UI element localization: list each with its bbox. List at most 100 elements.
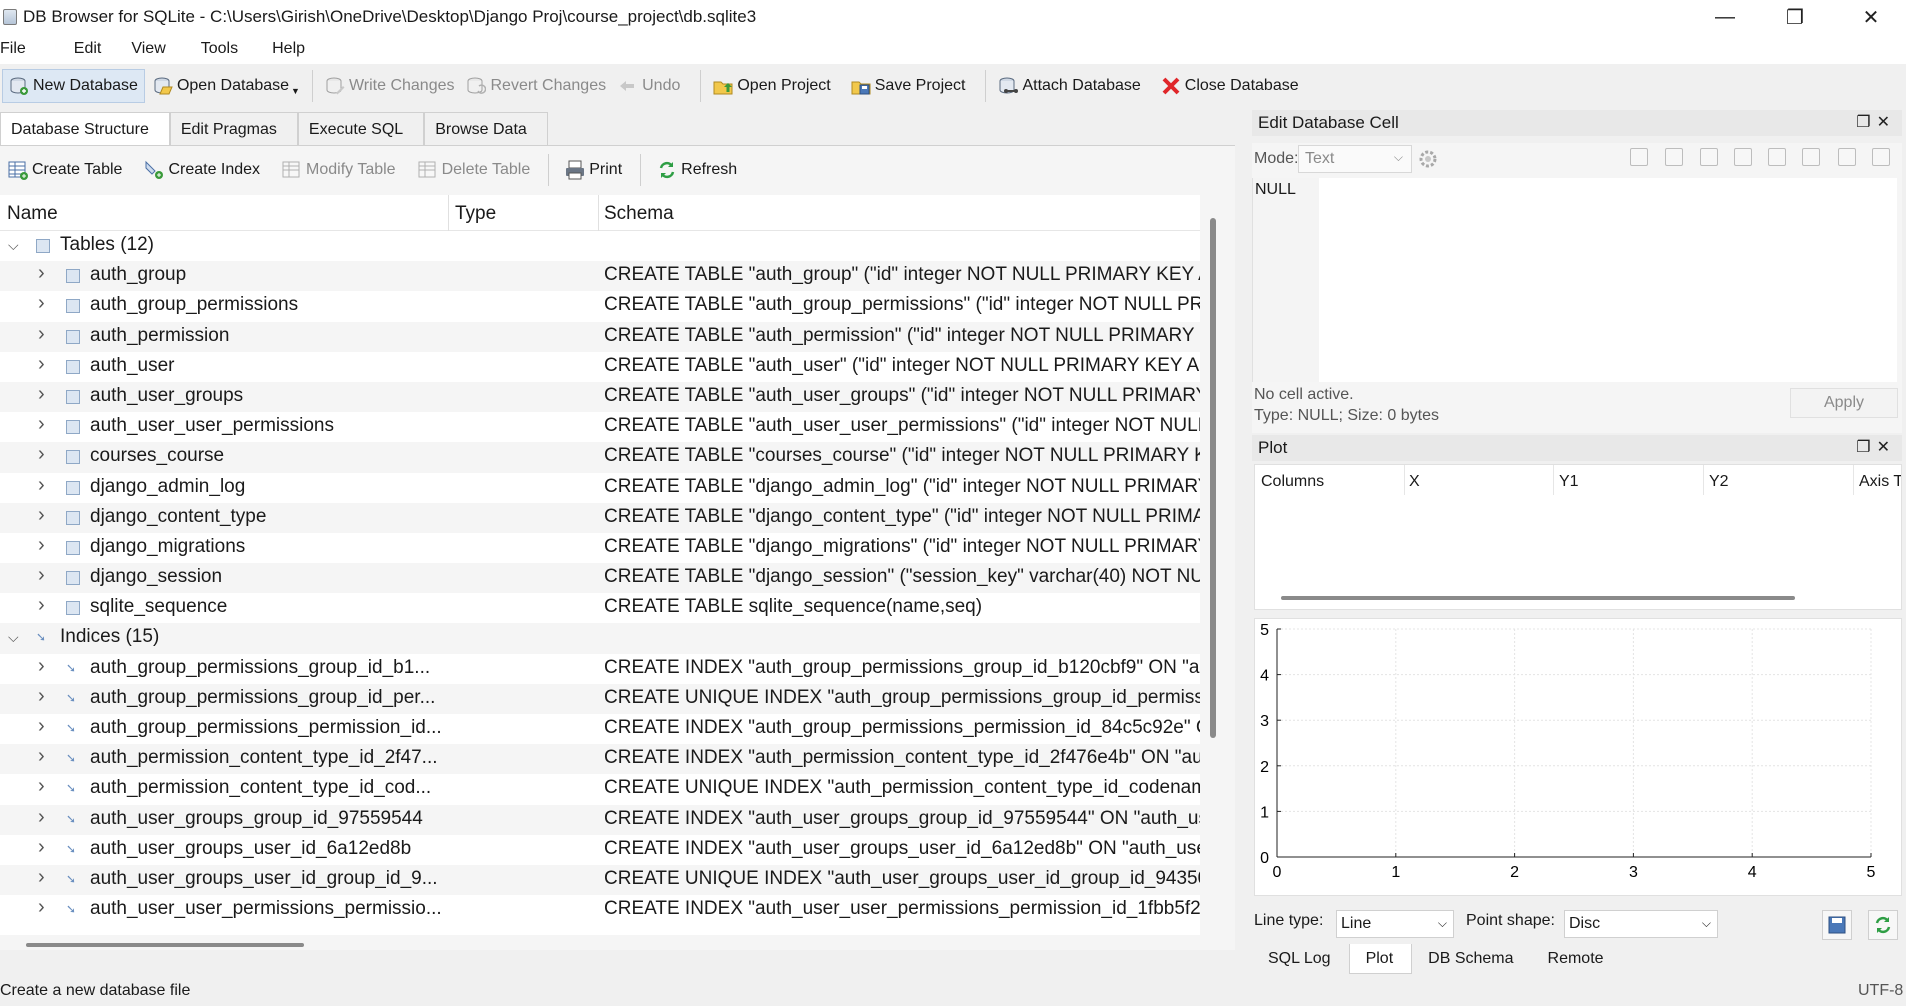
menu-tools[interactable]: Tools — [201, 40, 252, 58]
horizontal-scrollbar[interactable] — [26, 943, 304, 947]
new-database-button[interactable]: New Database — [2, 69, 145, 103]
table-row[interactable]: › auth_user_user_permissions CREATE TABLE … — [0, 412, 1200, 442]
open-database-button[interactable]: Open Database ▼ — [147, 69, 306, 103]
expand-arrow-icon[interactable]: › — [38, 564, 45, 587]
toggle-icon[interactable] — [1838, 148, 1856, 166]
tab-browse-data[interactable]: Browse Data — [424, 112, 548, 145]
close-dock-icon[interactable]: ✕ — [1877, 439, 1896, 456]
table-row[interactable]: › auth_user_groups CREATE TABLE "auth_user… — [0, 381, 1200, 413]
dropdown-arrow-icon[interactable]: ▼ — [291, 86, 300, 96]
tab-edit-pragmas[interactable]: Edit Pragmas — [169, 112, 298, 145]
tree-group-indices[interactable]: ⌵ ➘ Indices (15) — [0, 623, 1200, 654]
expand-arrow-icon[interactable]: › — [38, 474, 45, 497]
save-plot-button[interactable] — [1822, 910, 1852, 940]
print-cell-icon[interactable] — [1872, 148, 1890, 166]
expand-arrow-icon[interactable]: › — [38, 383, 45, 406]
menu-file[interactable]: File — [0, 40, 40, 58]
import-icon[interactable] — [1700, 148, 1718, 166]
table-row[interactable]: › courses_course CREATE TABLE "courses_cou… — [0, 442, 1200, 473]
maximize-button[interactable]: ❐ — [1760, 0, 1830, 34]
expand-arrow-icon[interactable]: › — [38, 745, 45, 768]
expand-arrow-icon[interactable]: › — [38, 504, 45, 527]
table-row[interactable]: › django_content_type CREATE TABLE "django… — [0, 502, 1200, 533]
plot-canvas[interactable]: 0 1 2 3 4 5 0 1 2 3 4 5 — [1254, 618, 1902, 896]
column-divider[interactable] — [1853, 465, 1854, 495]
table-row[interactable]: › django_session CREATE TABLE "django_sess… — [0, 563, 1200, 594]
close-database-button[interactable]: Close Database — [1155, 69, 1305, 103]
index-row[interactable]: › ➘ auth_group_permissions_permission_id..… — [0, 714, 1200, 744]
x-header[interactable]: X — [1409, 473, 1420, 491]
float-dock-icon[interactable]: ❐ — [1856, 439, 1876, 456]
axis-type-header[interactable]: Axis T — [1859, 473, 1901, 491]
create-table-button[interactable]: Create Table — [0, 153, 134, 187]
column-divider[interactable] — [598, 195, 599, 231]
undo-button[interactable]: Undo — [612, 69, 686, 103]
y1-header[interactable]: Y1 — [1559, 473, 1579, 491]
index-row[interactable]: › ➘ auth_user_groups_group_id_97559544 CREA… — [0, 804, 1200, 835]
expand-arrow-icon[interactable]: › — [38, 353, 45, 376]
gear-icon[interactable] — [1417, 148, 1439, 170]
tab-remote[interactable]: Remote — [1532, 944, 1622, 974]
minimize-button[interactable]: — — [1690, 0, 1760, 34]
tree-group-tables[interactable]: ⌵ Tables (12) — [0, 231, 1200, 261]
expand-arrow-icon[interactable]: › — [38, 262, 45, 285]
table-row[interactable]: › auth_group_permissions CREATE TABLE "aut… — [0, 291, 1200, 321]
table-row[interactable]: › auth_permission CREATE TABLE "auth_permi… — [0, 321, 1200, 352]
schema-tree[interactable]: Name Type Schema ⌵ Tables (12) › auth_group… — [0, 195, 1200, 935]
index-row[interactable]: › ➘ auth_group_permissions_group_id_b1... C… — [0, 654, 1200, 684]
expand-arrow-icon[interactable]: › — [38, 534, 45, 557]
expand-arrow-icon[interactable]: › — [38, 685, 45, 708]
plot-columns-scrollbar[interactable] — [1281, 596, 1795, 600]
columns-header[interactable]: Columns — [1261, 473, 1324, 491]
vertical-scrollbar[interactable] — [1210, 218, 1216, 738]
expand-arrow-icon[interactable]: › — [38, 715, 45, 738]
open-project-button[interactable]: Open Project — [707, 69, 836, 103]
expand-arrow-icon[interactable]: › — [38, 775, 45, 798]
column-divider[interactable] — [448, 195, 449, 231]
index-row[interactable]: › ➘ auth_user_user_permissions_permissio..… — [0, 895, 1200, 925]
collapse-arrow-icon[interactable]: ⌵ — [8, 629, 19, 646]
mode-select[interactable]: Text ⌵ — [1298, 145, 1412, 173]
save-project-button[interactable]: Save Project — [845, 69, 972, 103]
refresh-plot-button[interactable] — [1868, 910, 1898, 940]
write-changes-button[interactable]: Write Changes — [319, 69, 461, 103]
column-divider[interactable] — [1404, 465, 1405, 495]
attach-database-button[interactable]: Attach Database — [992, 69, 1146, 103]
export-icon[interactable] — [1734, 148, 1752, 166]
set-null-icon[interactable] — [1768, 148, 1786, 166]
delete-table-button[interactable]: Delete Table — [408, 153, 543, 187]
tab-plot[interactable]: Plot — [1348, 944, 1413, 974]
apply-button[interactable]: Apply — [1790, 388, 1898, 418]
table-row[interactable]: › auth_group CREATE TABLE "auth_group" ("i… — [0, 261, 1200, 292]
expand-arrow-icon[interactable]: › — [38, 292, 45, 315]
tab-sql-log[interactable]: SQL Log — [1252, 944, 1349, 974]
plot-columns-table[interactable]: Columns X Y1 Y2 Axis T — [1254, 464, 1902, 610]
tab-database-structure[interactable]: Database Structure — [0, 112, 170, 145]
point-shape-select[interactable]: Disc ⌵ — [1564, 910, 1718, 938]
modify-table-button[interactable]: Modify Table — [272, 153, 408, 187]
column-divider[interactable] — [1703, 465, 1704, 495]
expand-arrow-icon[interactable]: › — [38, 594, 45, 617]
refresh-button[interactable]: Refresh — [647, 153, 749, 187]
table-row[interactable]: › sqlite_sequence CREATE TABLE sqlite_sequ… — [0, 593, 1200, 623]
menu-view[interactable]: View — [131, 40, 179, 58]
tab-db-schema[interactable]: DB Schema — [1412, 944, 1531, 974]
close-dock-icon[interactable]: ✕ — [1877, 114, 1896, 131]
expand-arrow-icon[interactable]: › — [38, 323, 45, 346]
index-row[interactable]: › ➘ auth_permission_content_type_id_2f47..… — [0, 744, 1200, 775]
expand-arrow-icon[interactable]: › — [38, 836, 45, 859]
table-row[interactable]: › django_migrations CREATE TABLE "django_m… — [0, 533, 1200, 563]
text-format-icon[interactable] — [1630, 148, 1648, 166]
expand-arrow-icon[interactable]: › — [38, 866, 45, 889]
word-wrap-icon[interactable] — [1665, 148, 1683, 166]
header-schema[interactable]: Schema — [604, 203, 674, 225]
tab-execute-sql[interactable]: Execute SQL — [297, 112, 425, 145]
link-icon[interactable] — [1802, 148, 1820, 166]
expand-arrow-icon[interactable]: › — [38, 443, 45, 466]
close-window-button[interactable]: ✕ — [1836, 0, 1906, 34]
table-row[interactable]: › django_admin_log CREATE TABLE "django_ad… — [0, 473, 1200, 503]
expand-arrow-icon[interactable]: › — [38, 896, 45, 919]
expand-arrow-icon[interactable]: › — [38, 655, 45, 678]
line-type-select[interactable]: Line ⌵ — [1336, 910, 1454, 938]
create-index-button[interactable]: Create Index — [134, 153, 272, 187]
